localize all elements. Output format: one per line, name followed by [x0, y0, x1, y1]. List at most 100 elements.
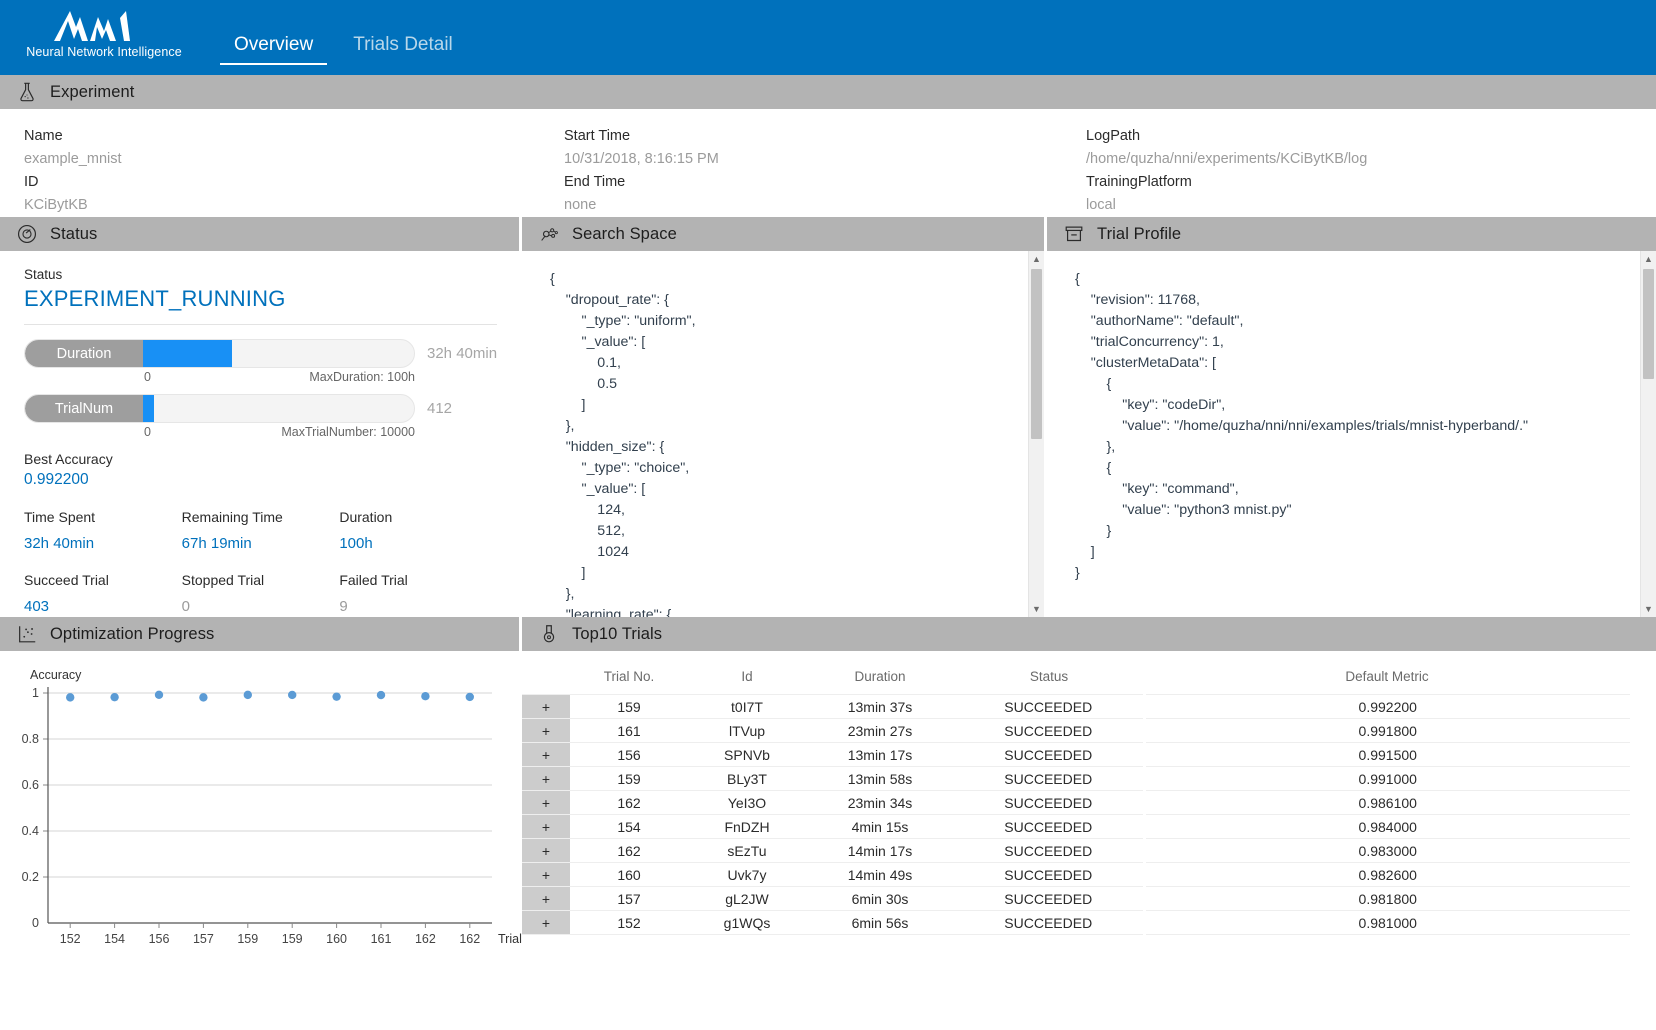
metric-value-duration: 100h: [339, 531, 497, 556]
cell-duration: 4min 15s: [806, 815, 954, 839]
scrollbar-thumb[interactable]: [1643, 269, 1654, 379]
status-badge: SUCCEEDED: [954, 719, 1144, 743]
trialnum-bar-max: MaxTrialNumber: 10000: [281, 425, 415, 439]
duration-progress-row: Duration 32h 40min 0 MaxDuration: 100h: [24, 339, 497, 384]
th-status[interactable]: Status: [954, 663, 1144, 695]
table-row[interactable]: +162sEzTu14min 17sSUCCEEDED0.983000: [522, 839, 1630, 863]
cell-trial-no: 159: [570, 767, 688, 791]
data-point[interactable]: [244, 691, 252, 699]
scroll-down-icon[interactable]: ▼: [1641, 601, 1656, 617]
table-row[interactable]: +159BLy3T13min 58sSUCCEEDED0.991000: [522, 767, 1630, 791]
table-row[interactable]: +159t0I7T13min 37sSUCCEEDED0.992200: [522, 695, 1630, 719]
archive-box-icon: [1063, 223, 1085, 245]
trialnum-bar-fill: [143, 394, 154, 423]
status-badge: SUCCEEDED: [954, 743, 1144, 767]
scrollbar-thumb[interactable]: [1031, 269, 1042, 439]
cell-default-metric: 0.991500: [1144, 743, 1630, 767]
data-point[interactable]: [110, 693, 118, 701]
data-point[interactable]: [66, 693, 74, 701]
th-expander: [522, 663, 570, 695]
cell-duration: 23min 34s: [806, 791, 954, 815]
data-point[interactable]: [421, 692, 429, 700]
row-expand-button[interactable]: +: [522, 767, 570, 791]
metric-value-stopped-trial: 0: [182, 594, 340, 619]
row-expand-button[interactable]: +: [522, 719, 570, 743]
cell-duration: 13min 58s: [806, 767, 954, 791]
experiment-fields: Name example_mnist ID KCiBytKB Start Tim…: [0, 109, 1656, 217]
status-badge: SUCCEEDED: [954, 815, 1144, 839]
table-row[interactable]: +157gL2JW6min 30sSUCCEEDED0.981800: [522, 887, 1630, 911]
cell-default-metric: 0.983000: [1144, 839, 1630, 863]
x-tick-label: 160: [326, 932, 347, 946]
row-expand-button[interactable]: +: [522, 887, 570, 911]
cell-trial-id: FnDZH: [688, 815, 806, 839]
data-point[interactable]: [332, 692, 340, 700]
search-space-json-viewer: { "dropout_rate": { "_type": "uniform", …: [522, 251, 1044, 617]
trial-profile-json-body: { "revision": 11768, "authorName": "defa…: [1047, 251, 1640, 617]
table-row[interactable]: +152g1WQs6min 56sSUCCEEDED0.981000: [522, 911, 1630, 935]
cell-trial-id: SPNVb: [688, 743, 806, 767]
cell-default-metric: 0.986100: [1144, 791, 1630, 815]
row-expand-button[interactable]: +: [522, 695, 570, 719]
nav-tab-overview[interactable]: Overview: [220, 34, 327, 65]
cell-default-metric: 0.984000: [1144, 815, 1630, 839]
table-row[interactable]: +161lTVup23min 27sSUCCEEDED0.991800: [522, 719, 1630, 743]
table-row[interactable]: +160Uvk7y14min 49sSUCCEEDED0.982600: [522, 863, 1630, 887]
scroll-up-icon[interactable]: ▲: [1641, 251, 1656, 267]
y-tick-label: 0.6: [22, 778, 39, 792]
cell-default-metric: 0.981800: [1144, 887, 1630, 911]
data-point[interactable]: [155, 691, 163, 699]
row-expand-button[interactable]: +: [522, 815, 570, 839]
brand-logo[interactable]: Neural Network Intelligence: [0, 0, 208, 75]
x-tick-label: 154: [104, 932, 125, 946]
trial-profile-scrollbar[interactable]: ▲ ▼: [1640, 251, 1656, 617]
th-trial-no[interactable]: Trial No.: [570, 663, 688, 695]
th-id[interactable]: Id: [688, 663, 806, 695]
table-row[interactable]: +162YeI3O23min 34sSUCCEEDED0.986100: [522, 791, 1630, 815]
scroll-up-icon[interactable]: ▲: [1029, 251, 1044, 267]
top10-trials-table: Trial No. Id Duration Status Default Met…: [522, 663, 1630, 935]
end-time-label: End Time: [564, 171, 1062, 194]
experiment-col-time: Start Time 10/31/2018, 8:16:15 PM End Ti…: [540, 125, 1062, 209]
row-expand-button[interactable]: +: [522, 911, 570, 935]
trial-profile-panel-header: Trial Profile: [1047, 217, 1656, 251]
experiment-panel-title: Experiment: [50, 83, 134, 102]
data-point[interactable]: [466, 693, 474, 701]
scroll-down-icon[interactable]: ▼: [1029, 601, 1044, 617]
trialnum-progress-bar[interactable]: TrialNum: [24, 394, 415, 423]
y-axis-title: Accuracy: [30, 668, 82, 682]
cell-trial-no: 162: [570, 791, 688, 815]
duration-bar-tag: Duration: [25, 339, 143, 368]
metric-label-stopped-trial: Stopped Trial: [182, 568, 340, 592]
status-badge: SUCCEEDED: [954, 791, 1144, 815]
row-expand-button[interactable]: +: [522, 791, 570, 815]
data-point[interactable]: [288, 691, 296, 699]
cell-trial-id: BLy3T: [688, 767, 806, 791]
status-divider: [24, 324, 497, 325]
table-row[interactable]: +156SPNVb13min 17sSUCCEEDED0.991500: [522, 743, 1630, 767]
cell-duration: 14min 49s: [806, 863, 954, 887]
accuracy-scatter-chart[interactable]: Accuracy0.20.40.60.810152154156157159159…: [0, 651, 519, 991]
th-default-metric[interactable]: Default Metric: [1144, 663, 1630, 695]
y-tick-label: 1: [32, 686, 39, 700]
search-space-json-body: { "dropout_rate": { "_type": "uniform", …: [522, 251, 1028, 617]
cell-trial-no: 156: [570, 743, 688, 767]
cell-trial-no: 160: [570, 863, 688, 887]
data-point[interactable]: [199, 693, 207, 701]
duration-progress-bar[interactable]: Duration: [24, 339, 415, 368]
logpath-label: LogPath: [1086, 125, 1656, 148]
experiment-col-paths: LogPath /home/quzha/nni/experiments/KCiB…: [1062, 125, 1656, 209]
experiment-panel: Experiment Name example_mnist ID KCiBytK…: [0, 75, 1656, 217]
duration-bar-value: 32h 40min: [415, 345, 497, 362]
metric-value-remaining-time: 67h 19min: [182, 531, 340, 556]
status-badge: SUCCEEDED: [954, 839, 1144, 863]
nav-tab-trials-detail[interactable]: Trials Detail: [339, 34, 467, 65]
row-expand-button[interactable]: +: [522, 743, 570, 767]
table-row[interactable]: +154FnDZH4min 15sSUCCEEDED0.984000: [522, 815, 1630, 839]
row-expand-button[interactable]: +: [522, 839, 570, 863]
row-expand-button[interactable]: +: [522, 863, 570, 887]
trial-profile-json-text: { "revision": 11768, "authorName": "defa…: [1075, 269, 1630, 584]
data-point[interactable]: [377, 691, 385, 699]
th-duration[interactable]: Duration: [806, 663, 954, 695]
search-space-scrollbar[interactable]: ▲ ▼: [1028, 251, 1044, 617]
